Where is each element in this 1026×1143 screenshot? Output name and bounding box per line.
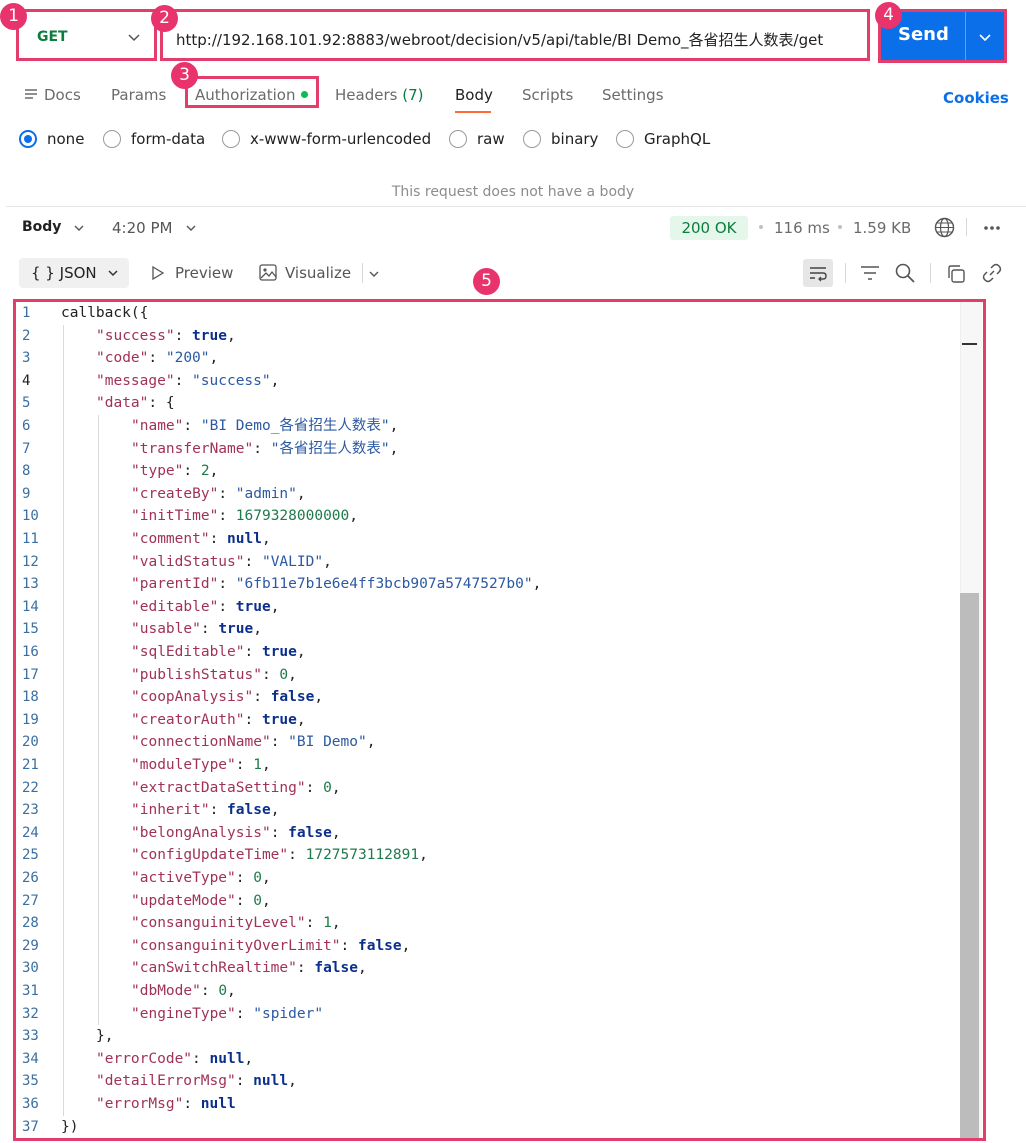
radio-binary[interactable]: binary xyxy=(523,130,598,148)
radio-x-www-form-urlencoded[interactable]: x-www-form-urlencoded xyxy=(222,130,431,148)
radio-label: GraphQL xyxy=(644,130,711,148)
radio-form-data[interactable]: form-data xyxy=(103,130,205,148)
radio-none[interactable]: none xyxy=(19,130,84,148)
radio-raw[interactable]: raw xyxy=(449,130,505,148)
response-highlight xyxy=(13,299,986,1141)
tab-headers[interactable]: Headers (7) xyxy=(335,86,423,104)
radio-button[interactable] xyxy=(616,130,634,148)
vertical-separator xyxy=(966,218,967,236)
radio-label: x-www-form-urlencoded xyxy=(250,130,432,148)
radio-label: form-data xyxy=(131,130,206,148)
url-input[interactable]: http://192.168.101.92:8883/webroot/decis… xyxy=(160,9,870,61)
preview-button[interactable]: Preview xyxy=(175,264,233,282)
no-body-message: This request does not have a body xyxy=(391,184,635,200)
cookies-link[interactable]: Cookies xyxy=(943,89,1009,107)
image-icon xyxy=(259,264,277,281)
tab-settings[interactable]: Settings xyxy=(602,86,664,104)
globe-icon[interactable] xyxy=(934,217,955,238)
chevron-down-icon xyxy=(108,270,118,277)
annotation-badge-5: 5 xyxy=(473,268,500,295)
radio-button[interactable] xyxy=(222,130,240,148)
braces-icon: { } xyxy=(31,264,55,282)
method-label: GET xyxy=(37,29,68,45)
response-body-label[interactable]: Body xyxy=(22,219,61,235)
search-icon[interactable] xyxy=(895,263,915,283)
filter-icon[interactable] xyxy=(860,265,880,281)
headers-count: (7) xyxy=(402,86,424,104)
chevron-down-icon[interactable] xyxy=(73,222,85,234)
wrap-icon xyxy=(810,267,827,282)
radio-graphql[interactable]: GraphQL xyxy=(616,130,710,148)
wrap-lines-button[interactable] xyxy=(803,259,833,287)
active-tab-indicator xyxy=(455,111,491,113)
radio-button[interactable] xyxy=(19,130,37,148)
method-select[interactable]: GET xyxy=(16,9,157,61)
format-label: { } JSON xyxy=(31,264,97,282)
play-icon xyxy=(152,265,165,281)
copy-icon[interactable] xyxy=(946,264,966,284)
vertical-separator xyxy=(845,263,846,283)
authorization-highlight xyxy=(185,76,319,108)
status-badge[interactable]: 200 OK xyxy=(670,216,748,240)
annotation-badge-3: 3 xyxy=(171,62,198,89)
chevron-down-icon xyxy=(128,34,140,42)
tab-scripts[interactable]: Scripts xyxy=(522,86,573,104)
more-icon[interactable] xyxy=(982,224,1002,232)
radio-label: raw xyxy=(477,130,505,148)
radio-button[interactable] xyxy=(523,130,541,148)
response-duration[interactable]: 116 ms xyxy=(774,219,830,237)
chevron-down-icon[interactable] xyxy=(185,222,197,234)
response-time[interactable]: 4:20 PM xyxy=(112,219,172,237)
vertical-separator xyxy=(930,263,931,283)
dot-separator xyxy=(838,225,842,229)
radio-button[interactable] xyxy=(103,130,121,148)
dot-separator xyxy=(759,225,763,229)
radio-button[interactable] xyxy=(449,130,467,148)
radio-label: none xyxy=(47,130,85,148)
tab-docs[interactable]: Docs xyxy=(44,86,81,104)
annotation-badge-1: 1 xyxy=(0,3,27,30)
response-size[interactable]: 1.59 KB xyxy=(853,219,911,237)
format-text: JSON xyxy=(59,264,97,282)
link-icon[interactable] xyxy=(982,263,1002,283)
visualize-button[interactable]: Visualize xyxy=(285,264,351,282)
tab-params[interactable]: Params xyxy=(111,86,166,104)
divider xyxy=(6,206,1026,207)
tab-headers-label: Headers xyxy=(335,86,398,104)
url-text: http://192.168.101.92:8883/webroot/decis… xyxy=(176,31,824,49)
annotation-badge-4: 4 xyxy=(875,2,902,29)
chevron-down-icon[interactable] xyxy=(368,268,380,280)
docs-icon xyxy=(25,89,37,99)
annotation-badge-2: 2 xyxy=(151,5,178,32)
format-select[interactable]: { } JSON xyxy=(19,258,129,288)
tab-body[interactable]: Body xyxy=(455,86,493,104)
radio-label: binary xyxy=(551,130,599,148)
vertical-separator xyxy=(362,263,363,283)
